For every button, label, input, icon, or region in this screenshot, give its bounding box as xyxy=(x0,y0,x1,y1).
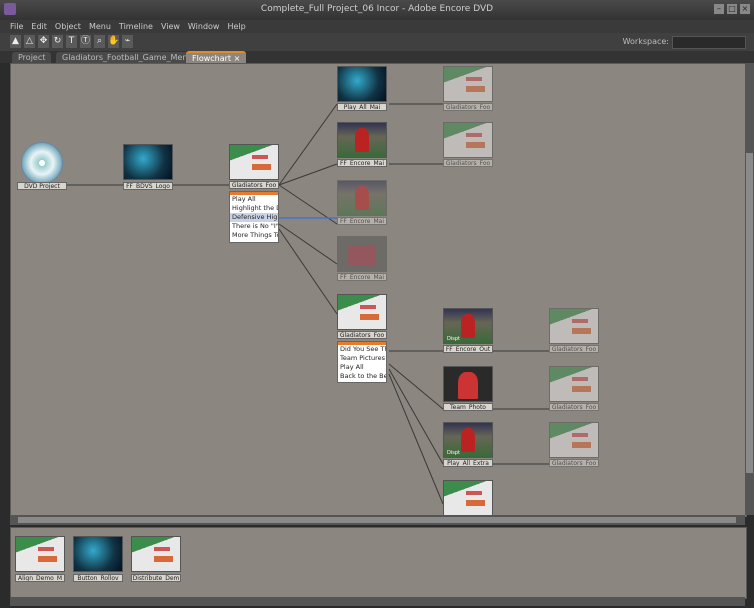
timeline-node[interactable]: Dispt Play_All_Extra xyxy=(443,422,495,468)
timeline-label: Team_Photo xyxy=(443,403,493,411)
dvd-project-node[interactable]: DVD Project xyxy=(17,142,67,190)
dvd-project-label: DVD Project xyxy=(17,182,67,190)
hand-tool-icon[interactable]: ✋ xyxy=(108,35,119,48)
menu-node[interactable]: Gladiators_Foo xyxy=(443,122,495,168)
menu-timeline[interactable]: Timeline xyxy=(119,20,153,33)
vertical-text-tool-icon[interactable]: Ⓣ xyxy=(80,35,91,48)
sub-menu-buttons: Did You See Th Team Pictures Play All Ba… xyxy=(337,341,387,383)
menu-help[interactable]: Help xyxy=(227,20,245,33)
timeline-label: Play_All_Extra xyxy=(443,459,493,467)
selection-tool-icon[interactable]: ▲ xyxy=(10,35,21,48)
menu-file[interactable]: File xyxy=(10,20,23,33)
menu-label: Gladiators_Foo xyxy=(549,345,599,353)
menu-button-item[interactable]: Play All xyxy=(230,195,278,204)
main-menu-buttons: Play All Highlight the D Defensive High … xyxy=(229,191,279,243)
menu-button-item[interactable]: Back to the Beg xyxy=(338,372,386,381)
sub-menu-node[interactable]: Gladiators_Foo Did You See Th Team Pictu… xyxy=(337,294,389,388)
timeline-node[interactable]: FF_Encore_Mai xyxy=(337,180,389,226)
workspace-label: Workspace: xyxy=(622,37,669,46)
unlinked-item-label: Align_Demo_M xyxy=(15,574,65,582)
link-tool-icon[interactable]: ⌁ xyxy=(122,35,133,48)
menu-node[interactable] xyxy=(443,480,495,516)
maximize-icon[interactable]: □ xyxy=(727,4,737,14)
menu-window[interactable]: Window xyxy=(188,20,220,33)
timeline-label: Play_All_Mai xyxy=(337,103,387,111)
timeline-node[interactable]: Team_Photo xyxy=(443,366,495,412)
timeline-label: FF_Encore_Mai xyxy=(337,273,387,281)
close-icon[interactable]: × xyxy=(740,4,750,14)
menu-button-item[interactable]: Defensive High xyxy=(230,213,278,222)
unlinked-item-label: Distribute_Dem xyxy=(131,574,181,582)
menu-object[interactable]: Object xyxy=(55,20,81,33)
timeline-node[interactable]: Dispt FF_Encore_Out xyxy=(443,308,495,354)
dvd-disc-icon xyxy=(21,142,63,182)
thumb-badge: Dispt xyxy=(447,336,460,342)
menu-node[interactable]: Gladiators_Foo xyxy=(549,308,601,354)
menu-button-item[interactable]: Play All xyxy=(338,363,386,372)
menu-view[interactable]: View xyxy=(161,20,180,33)
intro-label: FF_BDVS_Logo xyxy=(123,182,173,190)
menu-label: Gladiators_Foo xyxy=(549,403,599,411)
timeline-label: FF_Encore_Mai xyxy=(337,217,387,225)
menu-bar: File Edit Object Menu Timeline View Wind… xyxy=(0,20,754,33)
tab-project[interactable]: Project xyxy=(12,52,52,63)
move-tool-icon[interactable]: ✥ xyxy=(38,35,49,48)
menu-button-item[interactable]: Did You See Th xyxy=(338,345,386,354)
unlinked-item-label: Button_Rollov xyxy=(73,574,123,582)
timeline-node[interactable]: Play_All_Mai xyxy=(337,66,389,112)
zoom-tool-icon[interactable]: ⌕ xyxy=(94,35,105,48)
menu-button-item[interactable]: Highlight the D xyxy=(230,204,278,213)
thumb-badge: Dispt xyxy=(447,450,460,456)
menu-node[interactable]: Gladiators_Foo xyxy=(549,422,601,468)
menu-edit[interactable]: Edit xyxy=(31,20,47,33)
horizontal-scrollbar[interactable] xyxy=(10,515,745,525)
unlinked-items-panel: Align_Demo_M Button_Rollov Distribute_De… xyxy=(10,527,747,599)
sub-menu-label: Gladiators_Foo xyxy=(337,331,387,339)
text-tool-icon[interactable]: T xyxy=(66,35,77,48)
tab-menu[interactable]: Gladiators_Football_Game_Menu xyxy=(56,52,199,63)
menu-label: Gladiators_Foo xyxy=(443,159,493,167)
menu-label: Gladiators_Foo xyxy=(443,103,493,111)
direct-select-tool-icon[interactable]: △ xyxy=(24,35,35,48)
menu-button-item[interactable]: There is No "I" xyxy=(230,222,278,231)
unlinked-menu-node[interactable]: Distribute_Dem xyxy=(131,536,183,586)
timeline-node[interactable]: FF_Encore_Mai xyxy=(337,122,389,168)
bottom-scrollbar[interactable] xyxy=(10,597,745,606)
timeline-node[interactable]: FF_Encore_Mai xyxy=(337,236,389,282)
menu-node[interactable]: Gladiators_Foo xyxy=(549,366,601,412)
rotate-tool-icon[interactable]: ↻ xyxy=(52,35,63,48)
menu-menu[interactable]: Menu xyxy=(89,20,111,33)
title-bar: Complete_Full Project_06 Incor - Adobe E… xyxy=(0,0,754,20)
workspace-select[interactable] xyxy=(672,36,746,49)
timeline-label: FF_Encore_Out xyxy=(443,345,493,353)
menu-node[interactable]: Gladiators_Foo xyxy=(443,66,495,112)
minimize-icon[interactable]: – xyxy=(714,4,724,14)
panel-tabs: Project Gladiators_Football_Game_Menu Fl… xyxy=(0,51,754,64)
menu-button-item[interactable]: Team Pictures xyxy=(338,354,386,363)
unlinked-menu-node[interactable]: Align_Demo_M xyxy=(15,536,67,586)
menu-label: Gladiators_Foo xyxy=(549,459,599,467)
vertical-scrollbar[interactable] xyxy=(745,63,754,515)
timeline-label: FF_Encore_Mai xyxy=(337,159,387,167)
intro-timeline-node[interactable]: FF_BDVS_Logo xyxy=(123,144,173,190)
flowchart-canvas[interactable]: DVD Project FF_BDVS_Logo Gladiators_Foo … xyxy=(10,63,747,517)
window-title: Complete_Full Project_06 Incor - Adobe E… xyxy=(260,4,494,14)
window-controls: – □ × xyxy=(714,4,750,14)
main-menu-node[interactable]: Gladiators_Foo Play All Highlight the D … xyxy=(229,144,281,248)
tools-bar: ▲ △ ✥ ↻ T Ⓣ ⌕ ✋ ⌁ Workspace: xyxy=(0,33,754,52)
menu-button-item[interactable]: More Things To xyxy=(230,231,278,240)
unlinked-menu-node[interactable]: Button_Rollov xyxy=(73,536,125,586)
main-menu-label: Gladiators_Foo xyxy=(229,181,279,189)
